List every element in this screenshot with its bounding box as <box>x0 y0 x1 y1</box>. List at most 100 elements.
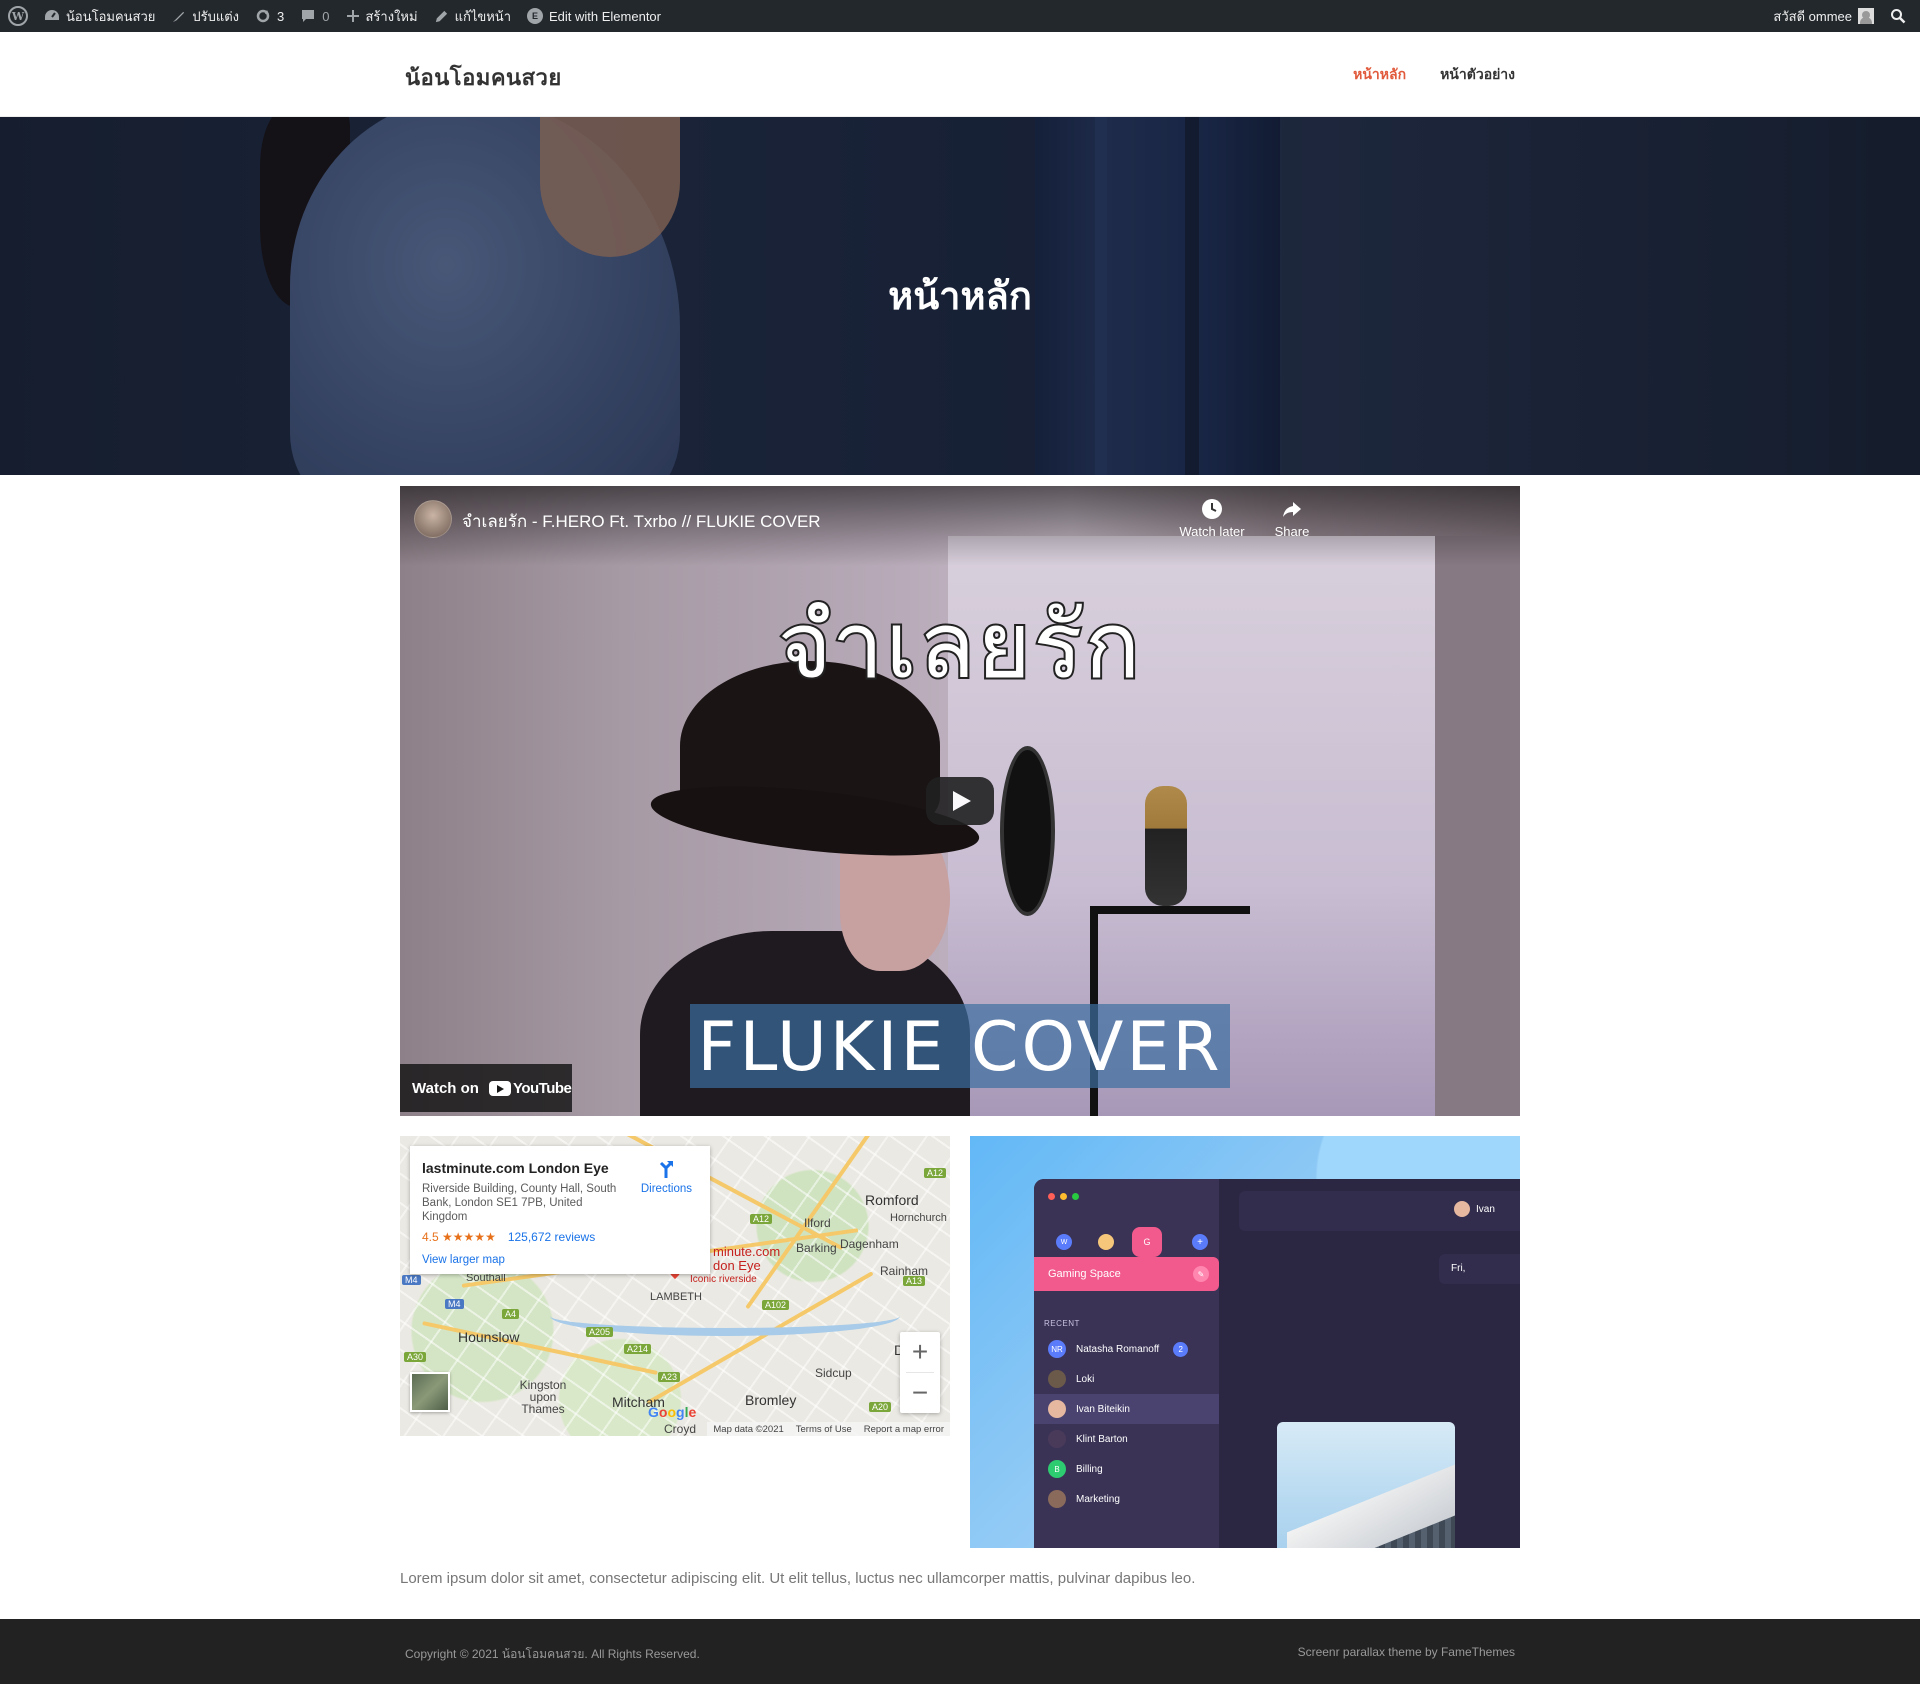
directions-label: Directions <box>640 1183 692 1195</box>
map-road-shield: A205 <box>586 1327 614 1337</box>
user-avatar-icon <box>1858 8 1874 24</box>
video-overlay-subtitle: FLUKIE COVER <box>697 1008 1223 1087</box>
contact-avatar: NR <box>1048 1340 1066 1358</box>
active-space-row: Gaming Space ✎ <box>1034 1257 1219 1291</box>
dashboard-icon <box>45 10 59 20</box>
new-content-button[interactable]: สร้างใหม่ <box>338 0 426 32</box>
map-pin-label[interactable]: don Eye <box>713 1258 761 1273</box>
my-account-menu[interactable]: สวัสดี ommee <box>1765 0 1882 32</box>
updates-button[interactable]: 3 <box>247 0 292 32</box>
rating-row: 4.5 ★★★★★ <box>422 1230 496 1244</box>
view-larger-map-link[interactable]: View larger map <box>422 1254 698 1266</box>
window-controls <box>1048 1193 1079 1200</box>
terms-of-use-link[interactable]: Terms of Use <box>796 1424 852 1435</box>
nav-item-sample-page[interactable]: หน้าตัวอย่าง <box>1440 64 1515 86</box>
map-data-label: Map data ©2021 <box>713 1423 784 1435</box>
contact-name: Loki <box>1076 1373 1095 1385</box>
admin-bar-right: สวัสดี ommee <box>1765 0 1920 32</box>
contact-avatar <box>1048 1430 1066 1448</box>
comments-button[interactable]: 0 <box>292 0 337 32</box>
pop-filter-image <box>1000 746 1055 916</box>
channel-avatar[interactable] <box>414 500 452 538</box>
watch-later-button[interactable]: Watch later <box>1172 498 1252 539</box>
share-button[interactable]: Share <box>1252 498 1332 539</box>
zoom-in-button[interactable]: + <box>900 1332 940 1372</box>
map-road-shield: A4 <box>502 1309 520 1319</box>
clock-icon <box>1202 499 1222 519</box>
map-label: Barking <box>796 1241 837 1255</box>
map-road-shield: A12 <box>750 1214 773 1224</box>
workspace-icon-active: G <box>1132 1227 1162 1257</box>
map-road-shield: A13 <box>903 1276 926 1286</box>
app-mockup-image: W G + Gaming Space ✎ RECENT NR Natasha R… <box>970 1136 1520 1548</box>
mockup-sidebar: W G + Gaming Space ✎ RECENT NR Natasha R… <box>1034 1179 1219 1548</box>
map-road-shield: A102 <box>762 1300 790 1310</box>
workspace-icon: W <box>1056 1234 1072 1250</box>
map-road-shield: A20 <box>869 1402 892 1412</box>
site-title[interactable]: น้อนโอมคนสวย <box>405 60 562 95</box>
customize-button[interactable]: ปรับแต่ง <box>163 0 247 32</box>
map-pin-sublabel: Iconic riverside <box>690 1274 757 1285</box>
edit-page-button[interactable]: แก้ไขหน้า <box>426 0 519 32</box>
contact-row: NR Natasha Romanoff 2 <box>1034 1334 1219 1364</box>
site-name-menu[interactable]: น้อนโอมคนสวย <box>36 0 163 32</box>
body-paragraph: Lorem ipsum dolor sit amet, consectetur … <box>400 1570 1196 1587</box>
satellite-toggle-button[interactable] <box>410 1372 450 1412</box>
updates-icon <box>256 9 270 23</box>
edit-space-icon: ✎ <box>1193 1266 1209 1282</box>
comments-count: 0 <box>322 8 330 24</box>
reviews-link[interactable]: 125,672 reviews <box>508 1230 595 1244</box>
copyright-text: Copyright © 2021 น้อนโอมคนสวย. All Right… <box>405 1647 700 1661</box>
hero-banner: หน้าหลัก <box>0 117 1920 475</box>
elementor-label: Edit with Elementor <box>549 8 661 24</box>
site-footer: Copyright © 2021 น้อนโอมคนสวย. All Right… <box>0 1619 1920 1684</box>
watch-on-label: Watch on <box>412 1079 479 1097</box>
site-header: น้อนโอมคนสวย หน้าหลัก หน้าตัวอย่าง <box>0 32 1920 117</box>
map-label: Sidcup <box>815 1366 852 1380</box>
map-road-shield: M4 <box>402 1275 421 1285</box>
map-attribution: Map data ©2021 Terms of Use Report a map… <box>707 1422 950 1436</box>
minimize-dot-icon <box>1060 1193 1067 1200</box>
search-button[interactable] <box>1882 0 1920 32</box>
mockup-window: W G + Gaming Space ✎ RECENT NR Natasha R… <box>1034 1179 1520 1548</box>
theme-credit-link[interactable]: Screenr parallax theme by FameThemes <box>1298 1645 1515 1659</box>
zoom-out-button[interactable]: − <box>900 1373 940 1413</box>
directions-button[interactable]: Directions <box>641 1158 692 1195</box>
close-dot-icon <box>1048 1193 1055 1200</box>
report-map-error-link[interactable]: Report a map error <box>864 1424 944 1435</box>
google-letter: e <box>688 1404 697 1420</box>
video-title[interactable]: จำเลยรัก - F.HERO Ft. Txrbo // FLUKIE CO… <box>462 508 821 535</box>
edit-with-elementor-button[interactable]: E Edit with Elementor <box>519 0 669 32</box>
watch-on-youtube-button[interactable]: Watch on YouTube <box>400 1064 572 1112</box>
contact-avatar: B <box>1048 1460 1066 1478</box>
elementor-icon: E <box>527 8 543 24</box>
google-letter: g <box>676 1404 685 1420</box>
contact-row: B Billing <box>1034 1454 1219 1484</box>
google-map-embed[interactable]: Romford Hornchurch Ilford Barking Dagenh… <box>400 1136 950 1436</box>
map-road-shield: A214 <box>624 1344 652 1354</box>
site-name-label: น้อนโอมคนสวย <box>66 8 156 24</box>
new-content-label: สร้างใหม่ <box>365 8 418 24</box>
contact-name: Klint Barton <box>1076 1433 1128 1445</box>
edit-page-label: แก้ไขหน้า <box>454 8 511 24</box>
map-road-shield: M4 <box>445 1299 464 1309</box>
chat-user-avatar <box>1454 1201 1470 1217</box>
contact-avatar <box>1048 1400 1066 1418</box>
greeting-label: สวัสดี ommee <box>1773 8 1852 24</box>
unread-badge: 2 <box>1173 1341 1189 1357</box>
map-pin-label[interactable]: minute.com <box>713 1244 780 1259</box>
play-button[interactable] <box>926 777 994 825</box>
contact-name: Ivan Biteikin <box>1076 1403 1130 1415</box>
map-label: Hounslow <box>458 1329 520 1345</box>
youtube-video-embed[interactable]: จำเลยรัก FLUKIE COVER จำเลยรัก - F.HERO … <box>400 486 1520 1116</box>
nav-item-home[interactable]: หน้าหลัก <box>1353 64 1406 86</box>
youtube-logo: YouTube <box>488 1080 572 1097</box>
google-logo: Google <box>648 1404 696 1420</box>
recent-heading: RECENT <box>1044 1319 1080 1328</box>
wordpress-logo-button[interactable]: W <box>0 0 36 32</box>
brush-icon <box>173 11 185 22</box>
mockup-chat-user: Ivan <box>1454 1201 1495 1217</box>
map-road-shield: A30 <box>404 1352 427 1362</box>
contact-avatar <box>1048 1490 1066 1508</box>
directions-icon <box>660 1161 674 1178</box>
